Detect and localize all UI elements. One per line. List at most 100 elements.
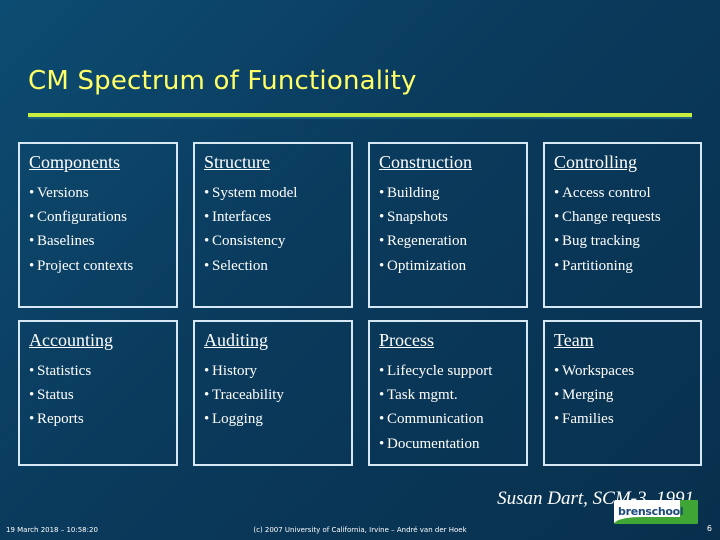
bullet-icon: •: [379, 411, 385, 428]
card-item: • Workspaces: [554, 359, 691, 383]
card-item: • Regeneration: [379, 229, 517, 253]
card-item-label: Merging: [562, 386, 614, 403]
card-item: • Status: [29, 383, 167, 407]
card-item-label: Reports: [37, 411, 84, 428]
bullet-icon: •: [29, 184, 35, 201]
card-item-label: Change requests: [562, 208, 661, 225]
bullet-icon: •: [554, 386, 560, 403]
card-heading: Components: [29, 152, 121, 172]
bullet-icon: •: [379, 386, 385, 403]
bullet-icon: •: [204, 184, 210, 201]
page-title: CM Spectrum of Functionality: [28, 66, 417, 96]
card-item: • Statistics: [29, 359, 167, 383]
bullet-icon: •: [204, 233, 210, 250]
bullet-icon: •: [29, 386, 35, 403]
card-item-label: Task mgmt.: [387, 386, 458, 403]
grid-gap: [178, 320, 193, 466]
card-item-label: Communication: [387, 411, 484, 428]
card-item-label: History: [212, 362, 257, 379]
card-process[interactable]: Process • Lifecycle support • Task mgmt. •…: [368, 320, 528, 466]
bullet-icon: •: [29, 208, 35, 225]
card-accounting[interactable]: Accounting • Statistics • Status • Reports: [18, 320, 178, 466]
card-heading: Auditing: [204, 330, 269, 350]
card-team[interactable]: Team • Workspaces • Merging • Families: [543, 320, 702, 466]
card-components[interactable]: Components • Versions • Configurations • Ba…: [18, 142, 178, 308]
title-underline-rule: [28, 113, 692, 117]
card-item-label: Regeneration: [387, 233, 467, 250]
card-item-label: Configurations: [37, 208, 127, 225]
card-item-label: Baselines: [37, 233, 95, 250]
card-item-label: Building: [387, 184, 440, 201]
grid-gap: [528, 142, 543, 308]
bullet-icon: •: [379, 184, 385, 201]
card-item: • Versions: [29, 181, 167, 205]
card-item: • Traceability: [204, 383, 342, 407]
card-item: • Task mgmt.: [379, 383, 517, 407]
card-item: • Merging: [554, 383, 691, 407]
slide: CM Spectrum of Functionality Components …: [0, 0, 720, 540]
card-item-label: Families: [562, 411, 614, 428]
card-item: • Building: [379, 181, 517, 205]
card-item-label: Bug tracking: [562, 233, 640, 250]
card-auditing[interactable]: Auditing • History • Traceability • Logging: [193, 320, 353, 466]
card-item: • Access control: [554, 181, 691, 205]
card-item: • Lifecycle support: [379, 359, 517, 383]
bullet-icon: •: [379, 362, 385, 379]
card-heading: Structure: [204, 152, 270, 172]
bullet-icon: •: [204, 257, 210, 274]
card-item-label: Documentation: [387, 435, 480, 452]
bullet-icon: •: [379, 257, 385, 274]
bullet-icon: •: [554, 208, 560, 225]
card-item: • Change requests: [554, 205, 691, 229]
bullet-icon: •: [554, 411, 560, 428]
grid-gap: [353, 142, 368, 308]
card-item: • Communication: [379, 407, 517, 431]
card-item-label: Selection: [212, 257, 268, 274]
card-item: • Logging: [204, 407, 342, 431]
card-construction[interactable]: Construction • Building • Snapshots • Regen…: [368, 142, 528, 308]
grid-gap: [528, 320, 543, 466]
card-item-label: Logging: [212, 411, 263, 428]
grid-gap: [528, 308, 543, 320]
card-item: • Project contexts: [29, 254, 167, 278]
card-item: • Documentation: [379, 432, 517, 456]
card-item: • Families: [554, 407, 691, 431]
bullet-icon: •: [29, 257, 35, 274]
bullet-icon: •: [204, 362, 210, 379]
bullet-icon: •: [204, 208, 210, 225]
grid-gap: [368, 308, 528, 320]
card-item: • Optimization: [379, 254, 517, 278]
bullet-icon: •: [29, 362, 35, 379]
card-item-label: Interfaces: [212, 208, 272, 225]
card-item-label: Traceability: [212, 386, 284, 403]
card-item-label: Project contexts: [37, 257, 134, 274]
card-item: • Consistency: [204, 229, 342, 253]
bullet-icon: •: [554, 362, 560, 379]
grid-gap: [353, 320, 368, 466]
card-item-label: Versions: [37, 184, 89, 201]
card-heading: Construction: [379, 152, 472, 172]
bullet-icon: •: [379, 208, 385, 225]
card-item-label: Optimization: [387, 257, 467, 274]
bullet-icon: •: [554, 184, 560, 201]
card-structure[interactable]: Structure • System model • Interfaces • Con…: [193, 142, 353, 308]
card-item: • System model: [204, 181, 342, 205]
bullet-icon: •: [379, 233, 385, 250]
bullet-icon: •: [379, 435, 385, 452]
card-item-label: Consistency: [212, 233, 286, 250]
footer-page-number: 6: [706, 524, 712, 533]
card-item: • Partitioning: [554, 254, 691, 278]
functionality-grid: Components • Versions • Configurations • Ba…: [18, 142, 702, 466]
card-item-label: Access control: [562, 184, 651, 201]
card-controlling[interactable]: Controlling • Access control • Change requ…: [543, 142, 702, 308]
card-item-label: Status: [37, 386, 74, 403]
grid-gap: [178, 308, 193, 320]
bullet-icon: •: [29, 233, 35, 250]
grid-gap: [353, 308, 368, 320]
bren-school-logo: brenschool: [614, 500, 698, 524]
card-item: • History: [204, 359, 342, 383]
grid-gap: [543, 308, 702, 320]
card-item-label: System model: [212, 184, 298, 201]
card-heading: Controlling: [554, 152, 638, 172]
card-item-label: Statistics: [37, 362, 92, 379]
